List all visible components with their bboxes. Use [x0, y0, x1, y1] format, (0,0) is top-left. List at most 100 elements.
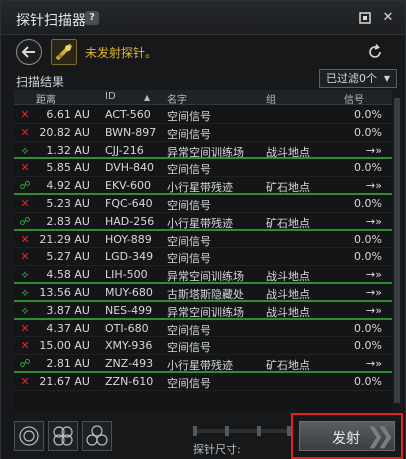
probe-formation-3-icon[interactable] — [82, 421, 112, 451]
cell-name: 空间信号 — [167, 376, 211, 390]
sort-asc-icon: ▲ — [144, 93, 151, 102]
cell-name: 空间信号 — [167, 127, 211, 141]
cell-signal: 0.0% — [354, 196, 382, 210]
cell-signal: →» — [366, 268, 382, 282]
cell-distance: 13.56 AU — [39, 285, 90, 299]
cell-name: 异常空间训练场 — [167, 145, 244, 159]
table-body: ✕ 6.61 AU ACT-560 空间信号 0.0% ✕ 20.82 AU BWN-897 空… — [14, 106, 392, 391]
launch-button[interactable]: 发射 ❯ ❯ — [299, 421, 395, 451]
close-icon[interactable]: ✕ — [381, 11, 395, 25]
cell-name: 小行星带残迹 — [167, 216, 233, 230]
table-row[interactable]: ✕ 21.67 AU ZZN-610 空间信号 0.0% — [14, 373, 392, 391]
filter-dropdown[interactable]: 已过滤0个 ▼ — [319, 69, 397, 88]
cell-id: LIH-500 — [105, 268, 148, 282]
cell-signal: →» — [366, 179, 382, 193]
refresh-icon[interactable] — [365, 42, 385, 62]
probe-launcher-icon[interactable] — [51, 39, 77, 65]
probe-toolbar: 未发射探针。 — [1, 36, 405, 69]
help-icon[interactable]: ? — [85, 11, 99, 25]
table-row[interactable]: ⟡ 4.58 AU LIH-500 异常空间训练场 战斗地点 →» — [14, 266, 392, 284]
cell-id: CJJ-216 — [105, 143, 144, 157]
cell-name: 小行星带残迹 — [167, 181, 233, 195]
probe-size-label: 探针尺寸: — [193, 443, 241, 456]
cell-group: 战斗地点 — [266, 270, 310, 284]
title-bar[interactable]: 探针扫描器 ? ✕ — [1, 1, 405, 35]
cell-name: 空间信号 — [167, 163, 211, 177]
vertical-scrollbar[interactable] — [393, 90, 401, 420]
table-row[interactable]: ✕ 21.29 AU HOY-889 空间信号 0.0% — [14, 231, 392, 249]
cell-id: BWN-897 — [105, 125, 157, 139]
col-name[interactable]: 名字 — [167, 91, 187, 106]
cell-signal: →» — [366, 285, 382, 299]
filter-value: 已过滤0个 — [326, 72, 377, 85]
table-row[interactable]: ✕ 20.82 AU BWN-897 空间信号 0.0% — [14, 124, 392, 142]
cell-name: 古斯塔斯隐藏处 — [167, 287, 244, 301]
cell-signal: 0.0% — [354, 321, 382, 335]
table-row[interactable]: ✕ 5.23 AU FQC-640 空间信号 0.0% — [14, 195, 392, 213]
cell-group: 战斗地点 — [266, 305, 310, 319]
scrollbar-thumb[interactable] — [394, 98, 400, 403]
cell-name: 空间信号 — [167, 341, 211, 355]
cell-distance: 3.87 AU — [46, 303, 90, 317]
cell-id: HAD-256 — [105, 214, 155, 228]
scan-results-label: 扫描结果 — [16, 75, 65, 89]
chevron-right-icon: ❯ — [376, 424, 395, 449]
cell-group: 矿石地点 — [266, 216, 310, 230]
probe-formation-1-icon[interactable] — [14, 421, 44, 451]
launch-button-label: 发射 — [332, 431, 360, 447]
cell-distance: 2.83 AU — [46, 214, 90, 228]
pin-icon[interactable] — [358, 11, 372, 25]
cell-name: 空间信号 — [167, 234, 211, 248]
table-row[interactable]: ⟡ 1.32 AU CJJ-216 异常空间训练场 战斗地点 →» — [14, 142, 392, 160]
scan-results-table: 距离 ID ▲ 名字 组 信号 ✕ 6.61 AU ACT-560 空间信号 0.0% ✕… — [14, 90, 392, 420]
table-row[interactable]: ⟡ 13.56 AU MUY-680 古斯塔斯隐藏处 战斗地点 →» — [14, 284, 392, 302]
table-row[interactable]: ✕ 5.27 AU LGD-349 空间信号 0.0% — [14, 248, 392, 267]
table-row[interactable]: ⟡ 3.87 AU NES-499 异常空间训练场 战斗地点 →» — [14, 302, 392, 320]
cell-group: 矿石地点 — [266, 359, 310, 373]
cell-distance: 4.58 AU — [46, 268, 90, 282]
table-row[interactable]: ✕ 5.85 AU DVH-840 空间信号 0.0% — [14, 159, 392, 178]
probe-formation-2-icon[interactable] — [48, 421, 78, 451]
cell-distance: 15.00 AU — [39, 339, 90, 353]
cell-distance: 20.82 AU — [39, 125, 90, 139]
cell-distance: 2.81 AU — [46, 357, 90, 371]
table-row[interactable]: ✕ 6.61 AU ACT-560 空间信号 0.0% — [14, 106, 392, 124]
table-row[interactable]: ☍ 4.92 AU EKV-600 小行星带残迹 矿石地点 →» — [14, 177, 392, 195]
cell-id: XMY-936 — [105, 339, 153, 353]
slider-tick — [257, 426, 261, 436]
cell-group: 战斗地点 — [266, 145, 310, 159]
col-signal[interactable]: 信号 — [344, 91, 364, 106]
cell-name: 小行星带残迹 — [167, 359, 233, 373]
cell-signal: →» — [366, 214, 382, 228]
cell-group: 战斗地点 — [266, 287, 310, 301]
cell-id: OTI-680 — [105, 321, 149, 335]
table-row[interactable]: ✕ 15.00 AU XMY-936 空间信号 0.0% — [14, 337, 392, 356]
table-row[interactable]: ✕ 4.37 AU OTI-680 空间信号 0.0% — [14, 320, 392, 338]
cell-id: ACT-560 — [105, 108, 151, 121]
cell-signal: 0.0% — [354, 339, 382, 353]
cell-name: 空间信号 — [167, 198, 211, 212]
cell-signal: 0.0% — [354, 232, 382, 246]
col-distance[interactable]: 距离 — [36, 91, 56, 106]
cell-id: FQC-640 — [105, 196, 153, 210]
cell-signal: →» — [366, 143, 382, 157]
table-header: 距离 ID ▲ 名字 组 信号 — [14, 90, 392, 106]
cell-id: DVH-840 — [105, 161, 155, 175]
probe-status-text: 未发射探针。 — [85, 46, 158, 60]
launch-highlight: 发射 ❯ ❯ — [291, 413, 403, 459]
cell-distance: 4.37 AU — [46, 321, 90, 335]
cell-distance: 5.23 AU — [46, 196, 90, 210]
col-id[interactable]: ID — [105, 91, 116, 102]
cell-id: ZZN-610 — [105, 374, 154, 388]
cell-distance: 6.61 AU — [46, 108, 90, 121]
col-group[interactable]: 组 — [266, 91, 276, 106]
table-row[interactable]: ☍ 2.81 AU ZNZ-493 小行星带残迹 矿石地点 →» — [14, 355, 392, 373]
table-row[interactable]: ☍ 2.83 AU HAD-256 小行星带残迹 矿石地点 →» — [14, 213, 392, 231]
cell-group: 矿石地点 — [266, 181, 310, 195]
cell-signal: 0.0% — [354, 250, 382, 264]
cell-signal: →» — [366, 303, 382, 317]
back-button[interactable] — [16, 39, 42, 65]
cell-distance: 5.85 AU — [46, 161, 90, 175]
probe-size-slider[interactable] — [193, 426, 291, 436]
cell-distance: 1.32 AU — [46, 143, 90, 157]
